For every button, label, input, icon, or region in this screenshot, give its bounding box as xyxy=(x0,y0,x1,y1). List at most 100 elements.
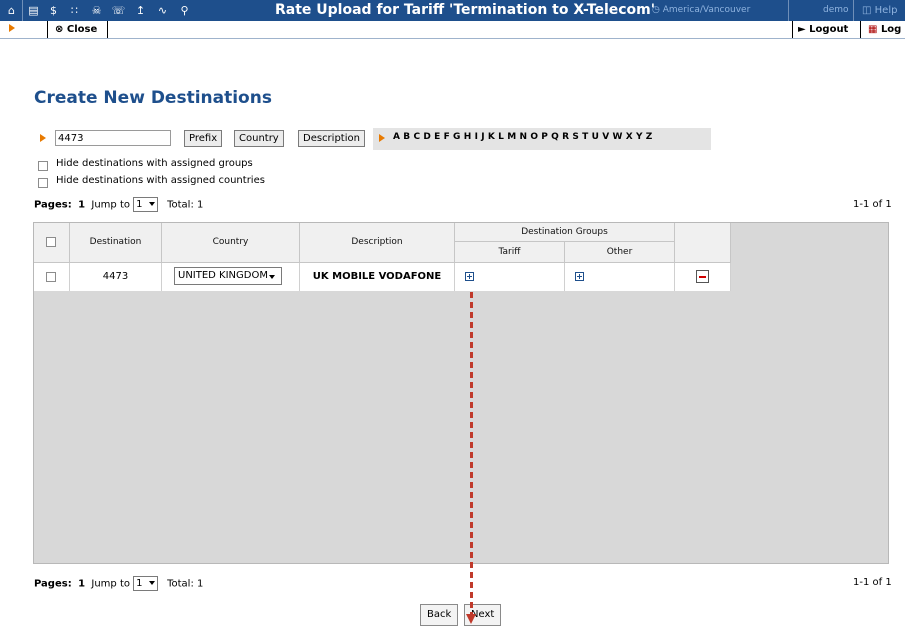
header-country[interactable]: Country xyxy=(162,223,300,263)
letter-link[interactable]: R xyxy=(562,132,569,142)
current-page: 1 xyxy=(78,578,86,590)
header-tariff: Tariff xyxy=(455,242,565,263)
letter-link[interactable]: D xyxy=(423,132,430,142)
bottom-page-range: 1-1 of 1 xyxy=(853,577,892,588)
close-button[interactable]: ⊗ Close xyxy=(55,22,97,37)
jump-to-select[interactable]: 1 xyxy=(133,197,158,212)
add-tariff-group-icon[interactable] xyxy=(465,272,474,281)
cell-destination: 4473 xyxy=(70,263,162,291)
phone-icon[interactable]: ☏ xyxy=(111,3,126,18)
total-label: Total: 1 xyxy=(167,578,204,590)
header-destination-groups: Destination Groups xyxy=(455,223,675,242)
country-button[interactable]: Country xyxy=(234,130,284,147)
jump-to-select[interactable]: 1 xyxy=(133,576,158,591)
hide-countries-label: Hide destinations with assigned countrie… xyxy=(56,175,265,186)
letter-link[interactable]: I xyxy=(475,132,478,142)
grid-icon[interactable]: ∷ xyxy=(67,3,82,18)
row-select-cell xyxy=(34,263,70,291)
letter-link[interactable]: C xyxy=(413,132,420,142)
letter-link[interactable]: P xyxy=(541,132,548,142)
log-label: Log xyxy=(880,24,902,35)
destinations-table: Destination Country Description Destinat… xyxy=(33,222,889,564)
total-label: Total: 1 xyxy=(167,199,204,211)
header-other: Other xyxy=(565,242,675,263)
log-button[interactable]: ▦ Log xyxy=(868,22,901,37)
header-description[interactable]: Description xyxy=(300,223,455,263)
filter-arrow-icon xyxy=(40,134,46,142)
letter-link[interactable]: N xyxy=(519,132,527,142)
chevron-down-icon xyxy=(148,202,155,206)
list-icon[interactable]: ▤ xyxy=(26,3,41,18)
letter-link[interactable]: F xyxy=(444,132,450,142)
letter-link[interactable]: K xyxy=(488,132,495,142)
bottom-pager: Pages: 1 Jump to 1 Total: 1 xyxy=(34,576,203,591)
hide-countries-checkbox[interactable] xyxy=(38,178,48,188)
separator xyxy=(788,0,789,21)
alphabet-letters: ABCDEFGHIJKLMNOPQRSTUVWXYZ xyxy=(393,132,656,142)
country-value: UNITED KINGDOM xyxy=(178,270,268,281)
dollar-icon[interactable]: $ xyxy=(46,3,61,18)
row-checkbox[interactable] xyxy=(46,272,56,282)
back-button[interactable]: Back xyxy=(420,604,459,626)
cell-description: UK MOBILE VODAFONE xyxy=(300,263,455,291)
hide-groups-label: Hide destinations with assigned groups xyxy=(56,158,253,169)
chevron-down-icon xyxy=(148,581,155,585)
letter-link[interactable]: V xyxy=(602,132,609,142)
action-toolbar: ⊗ Close ► Logout ▦ Log xyxy=(0,21,905,39)
letter-link[interactable]: U xyxy=(592,132,599,142)
alphabet-filter-bar: ABCDEFGHIJKLMNOPQRSTUVWXYZ xyxy=(373,128,711,150)
letter-link[interactable]: T xyxy=(582,132,588,142)
help-link[interactable]: ◫ Help xyxy=(862,5,897,16)
letter-link[interactable]: Q xyxy=(551,132,559,142)
alphabet-arrow-icon xyxy=(379,134,385,142)
letter-link[interactable]: X xyxy=(626,132,633,142)
select-all-checkbox[interactable] xyxy=(46,237,56,247)
top-pager: Pages: 1 Jump to 1 Total: 1 xyxy=(34,197,203,212)
chart-icon[interactable]: ∿ xyxy=(155,3,170,18)
letter-link[interactable]: J xyxy=(481,132,484,142)
cell-actions xyxy=(675,263,731,291)
letter-link[interactable]: G xyxy=(453,132,460,142)
logout-button[interactable]: ► Logout xyxy=(798,22,848,37)
timezone-label[interactable]: ◷ America/Vancouver xyxy=(652,5,750,15)
header-destination[interactable]: Destination xyxy=(70,223,162,263)
country-select[interactable]: UNITED KINGDOM xyxy=(174,267,282,285)
separator xyxy=(792,21,793,38)
letter-link[interactable]: L xyxy=(498,132,504,142)
expand-arrow-icon[interactable] xyxy=(9,24,15,32)
description-button[interactable]: Description xyxy=(298,130,365,147)
select-all-header xyxy=(34,223,70,263)
letter-link[interactable]: O xyxy=(530,132,538,142)
letter-link[interactable]: S xyxy=(572,132,578,142)
annotation-arrow-line xyxy=(470,292,473,618)
search-icon[interactable]: ⚲ xyxy=(177,3,192,18)
letter-link[interactable]: W xyxy=(612,132,622,142)
letter-link[interactable]: H xyxy=(464,132,472,142)
letter-link[interactable]: Y xyxy=(636,132,643,142)
cell-other-group xyxy=(565,263,675,291)
current-user: demo xyxy=(823,5,849,15)
page-title: Create New Destinations xyxy=(34,88,272,108)
letter-link[interactable]: A xyxy=(393,132,400,142)
prefix-button[interactable]: Prefix xyxy=(184,130,223,147)
pages-label: Pages: xyxy=(34,199,72,211)
chevron-down-icon xyxy=(269,275,275,279)
search-input[interactable] xyxy=(55,130,171,146)
upload-icon[interactable]: ↥ xyxy=(133,3,148,18)
jump-value: 1 xyxy=(136,199,143,210)
add-other-group-icon[interactable] xyxy=(575,272,584,281)
letter-link[interactable]: B xyxy=(403,132,410,142)
jump-value: 1 xyxy=(136,578,143,589)
current-page: 1 xyxy=(78,199,86,211)
letter-link[interactable]: Z xyxy=(646,132,653,142)
delete-row-icon[interactable] xyxy=(696,270,709,283)
logout-label: Logout xyxy=(809,24,849,35)
person-icon[interactable]: ☠ xyxy=(89,3,104,18)
help-label: Help xyxy=(874,5,898,16)
letter-link[interactable]: E xyxy=(434,132,440,142)
pages-label: Pages: xyxy=(34,578,72,590)
separator xyxy=(860,21,861,38)
hide-groups-checkbox[interactable] xyxy=(38,161,48,171)
home-icon[interactable]: ⌂ xyxy=(4,3,19,18)
letter-link[interactable]: M xyxy=(507,132,516,142)
